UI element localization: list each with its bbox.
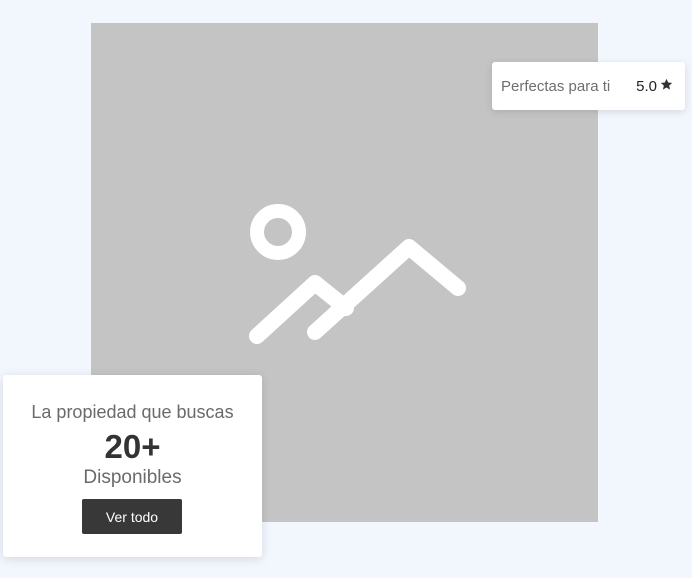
rating-value: 5.0 (636, 77, 657, 95)
availability-card: La propiedad que buscas 20+ Disponibles … (3, 375, 262, 557)
availability-heading: La propiedad que buscas (31, 402, 234, 422)
star-icon (660, 78, 673, 95)
availability-subheading: Disponibles (83, 467, 182, 488)
rating-value-group: 5.0 (636, 78, 673, 95)
view-all-button[interactable]: Ver todo (82, 499, 182, 534)
availability-count: 20+ (104, 428, 161, 465)
rating-card: Perfectas para ti 5.0 (492, 62, 685, 110)
rating-label: Perfectas para ti (501, 77, 611, 95)
